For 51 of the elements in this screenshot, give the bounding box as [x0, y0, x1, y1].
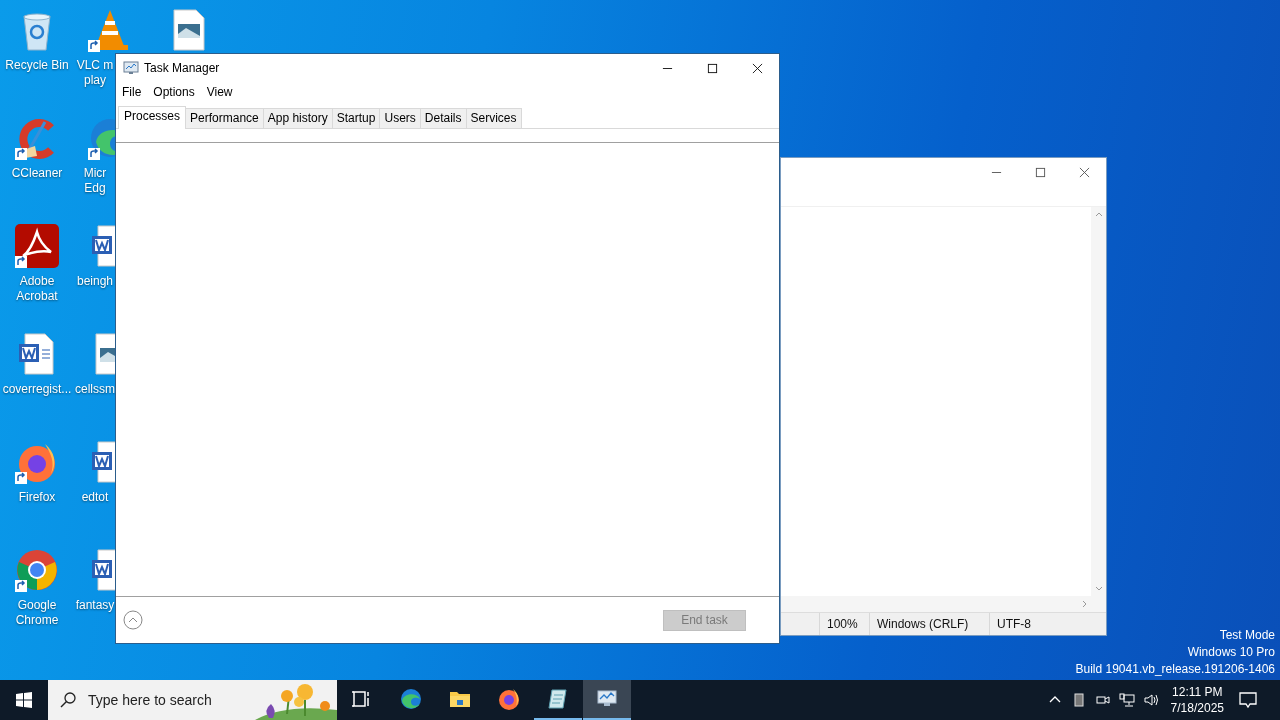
icon-label: edtot — [80, 490, 110, 505]
monitor-icon — [123, 60, 139, 76]
notification-icon[interactable] — [1238, 690, 1258, 710]
network-icon[interactable] — [1118, 692, 1135, 708]
icon-label: CCleaner — [10, 166, 64, 181]
horizontal-scrollbar[interactable] — [781, 596, 1106, 612]
tab[interactable]: Processes — [118, 106, 187, 129]
clock[interactable]: 12:11 PM 7/18/2025 — [1170, 684, 1224, 716]
vertical-scrollbar[interactable] — [1091, 207, 1106, 596]
tab[interactable]: Users — [379, 108, 421, 128]
icon-label: Firefox — [17, 490, 57, 505]
icon-label: coverregist... — [1, 382, 73, 397]
icon-label: Recycle Bin — [4, 58, 70, 73]
status-bar-item: UTF-8 — [989, 613, 1031, 635]
tab[interactable]: Details — [419, 108, 467, 128]
tab[interactable]: Services — [465, 108, 522, 128]
firefox-icon — [497, 687, 521, 711]
speaker-icon[interactable] — [1142, 692, 1159, 708]
close-icon[interactable] — [752, 62, 763, 74]
system-notice: Test Mode — [1218, 627, 1275, 644]
system-notice: Build 19041.vb_release.191206-1406 — [1075, 661, 1275, 678]
menu-item[interactable]: View — [206, 85, 233, 99]
icon-label: VLC m play — [75, 58, 115, 88]
tab[interactable]: App history — [262, 108, 333, 128]
icon-label: Micr Edg — [82, 166, 108, 196]
search-icon — [60, 692, 76, 708]
system-notice: Windows 10 Pro — [1186, 644, 1275, 661]
scroll-right-icon[interactable] — [1082, 600, 1088, 608]
status-bar-item: Windows (CRLF) — [869, 613, 989, 635]
icon-label: Google Chrome — [14, 598, 60, 628]
status-bar-item: 100% — [819, 613, 869, 635]
scroll-down-icon[interactable] — [1094, 586, 1103, 592]
window-title: Task Manager — [144, 61, 220, 75]
notepad-icon — [546, 687, 570, 711]
edge-icon — [399, 687, 423, 711]
icon-label: fantasy — [75, 598, 115, 613]
search-field[interactable]: Type here to search — [48, 680, 337, 720]
icon-label: Adobe Acrobat — [15, 274, 59, 304]
maximize-icon[interactable] — [1035, 166, 1046, 178]
tab[interactable]: Startup — [331, 108, 381, 128]
scroll-up-icon[interactable] — [1094, 211, 1103, 217]
icon-label: beingh — [75, 274, 114, 289]
maximize-icon[interactable] — [707, 62, 718, 74]
tab[interactable]: Performance — [185, 108, 264, 128]
icon-label: cellssm — [75, 382, 115, 397]
chrome-icon[interactable] — [15, 548, 59, 592]
menu-item[interactable]: Options — [153, 85, 195, 99]
taskbar-button[interactable] — [583, 680, 631, 720]
menu-item[interactable]: File — [122, 85, 142, 99]
acrobat-icon[interactable] — [15, 224, 59, 268]
windows-start-icon[interactable] — [16, 692, 32, 708]
